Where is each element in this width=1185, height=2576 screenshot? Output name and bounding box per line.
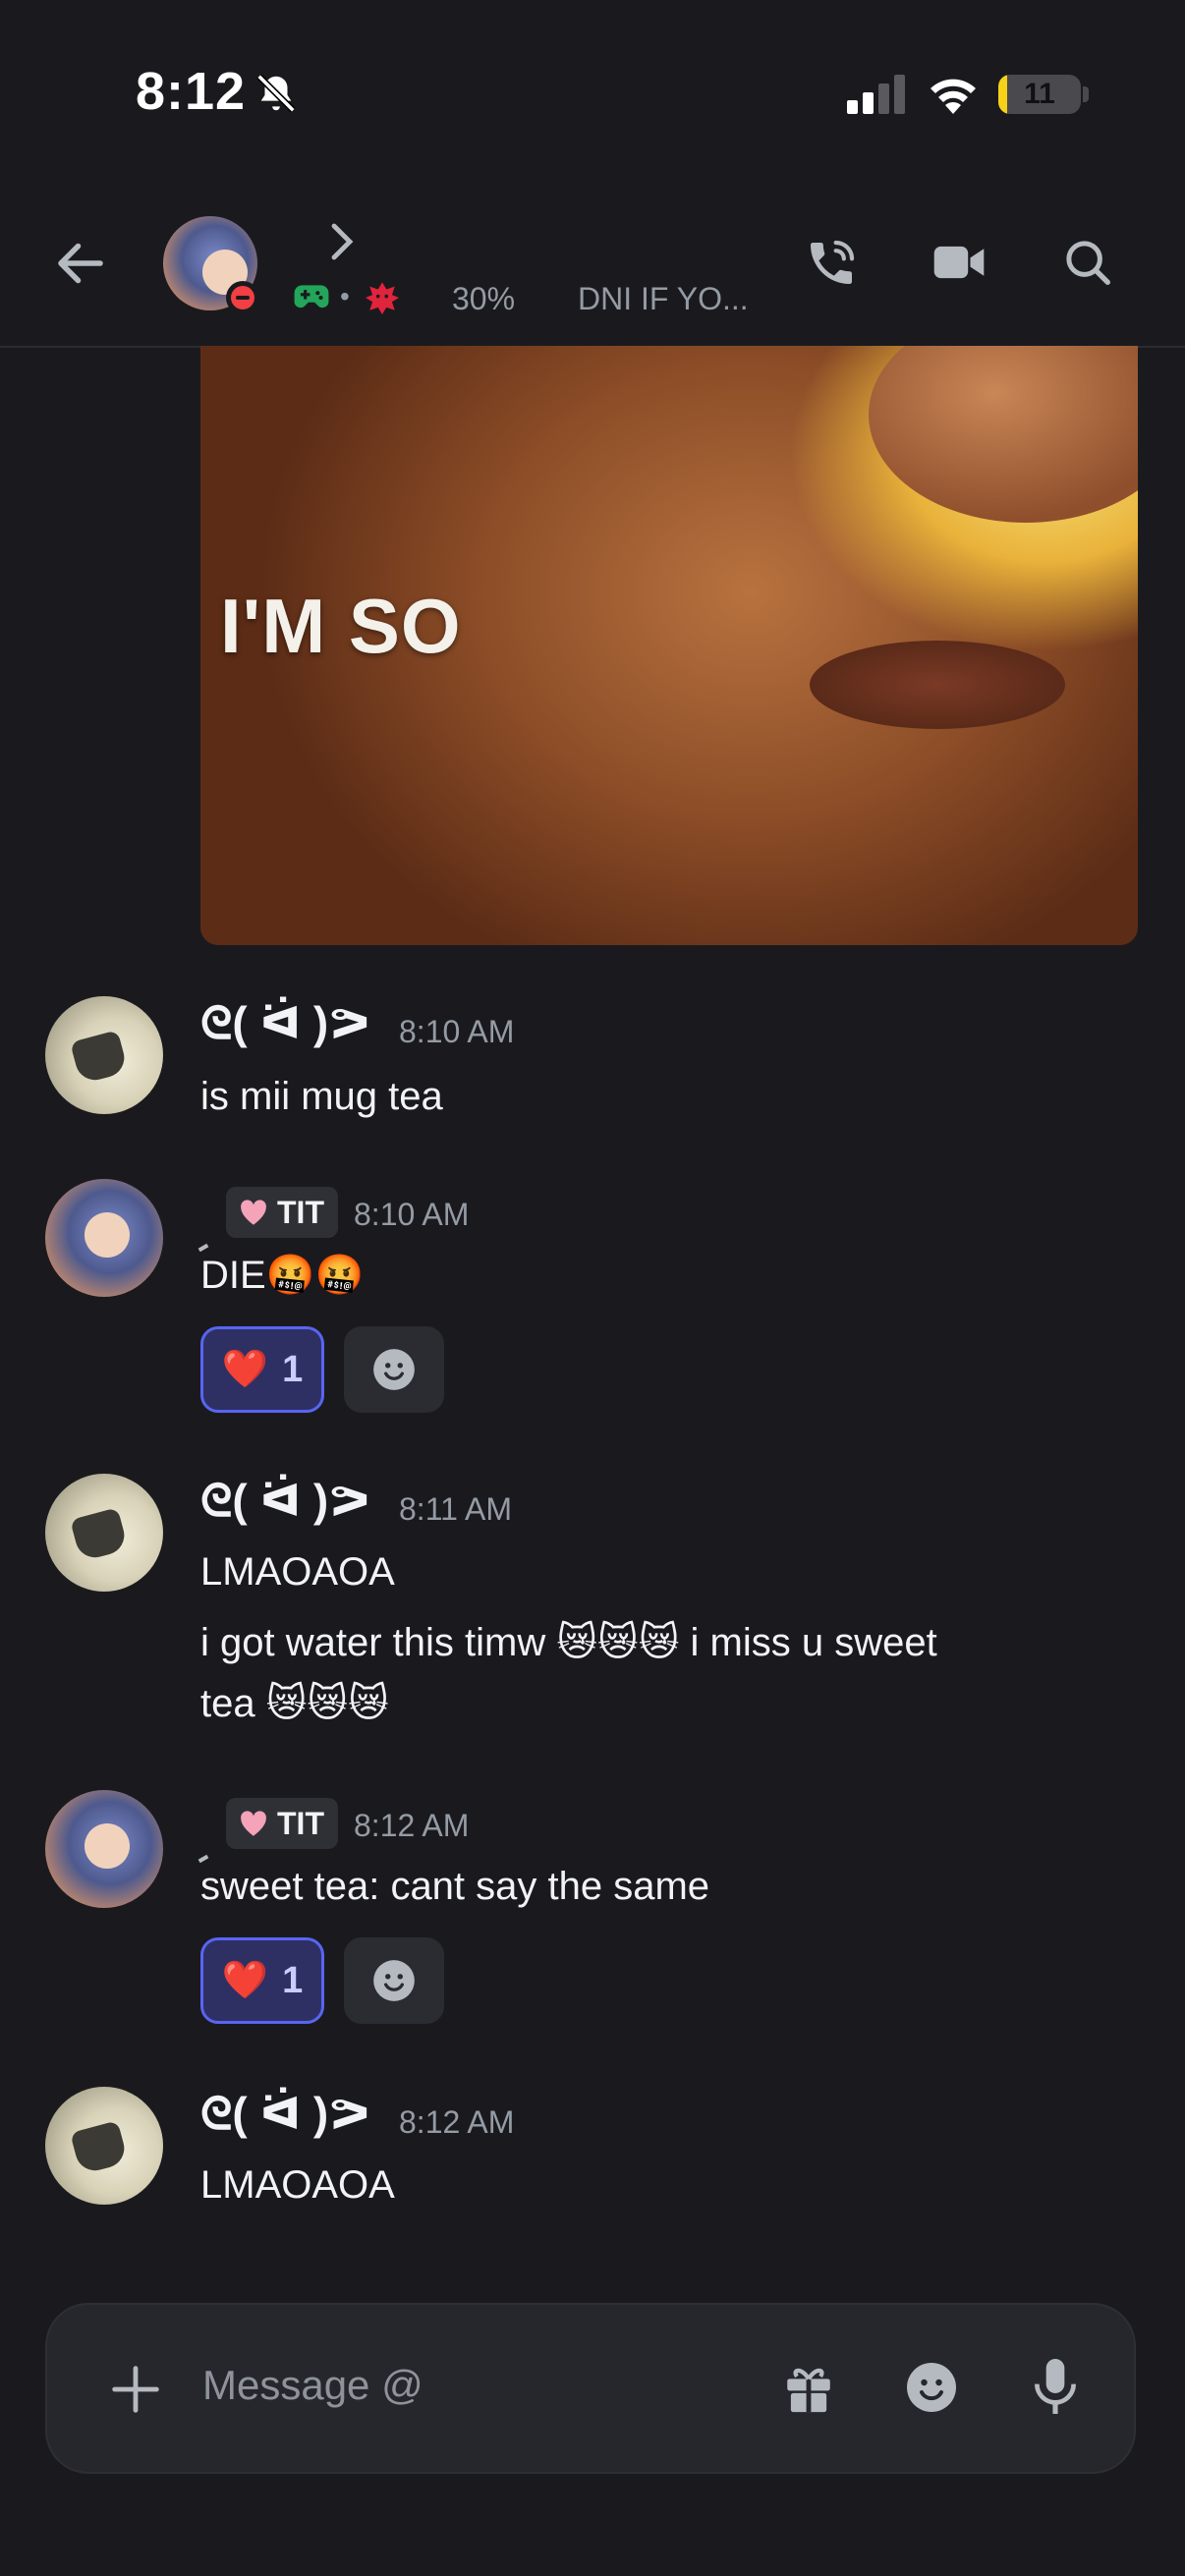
server-tag[interactable]: TIT — [226, 1187, 338, 1238]
message-timestamp: 8:10 AM — [354, 1197, 470, 1232]
battery-percent: 11 — [1024, 78, 1055, 110]
video-camera-icon[interactable] — [931, 240, 987, 285]
reaction-emoji: ❤️ — [221, 1349, 269, 1390]
heart-reaction[interactable]: ❤️ 1 — [200, 1937, 324, 2024]
author-name[interactable]: ᘓ( ᐛ )ᕗ — [200, 1474, 370, 1529]
message-timestamp: 8:11 AM — [399, 1491, 513, 1527]
gif-face-shape — [810, 641, 1065, 729]
message-composer[interactable]: Message @ — [45, 2303, 1136, 2474]
reaction-count: 1 — [282, 1959, 304, 2001]
chevron-right-icon[interactable] — [328, 222, 356, 261]
avatar[interactable] — [45, 1179, 163, 1297]
add-reaction-button[interactable] — [344, 1326, 444, 1413]
status-percent: 30% — [452, 281, 516, 316]
angry-face-icon — [366, 282, 399, 314]
avatar[interactable] — [45, 1790, 163, 1908]
message-text: LMAOAOA — [200, 2163, 395, 2207]
server-tag-label: TIT — [277, 1805, 324, 1841]
back-arrow-icon[interactable] — [51, 234, 110, 293]
message-timestamp: 8:10 AM — [399, 1014, 515, 1049]
clock: 8:12 — [136, 62, 247, 121]
search-icon[interactable] — [1061, 236, 1114, 289]
separator-dot: • — [340, 281, 350, 311]
status-bar: 8:12 11 — [0, 0, 1185, 187]
avatar[interactable] — [45, 2087, 163, 2205]
add-reaction-button[interactable] — [344, 1937, 444, 2024]
battery-indicator: 11 — [998, 75, 1081, 114]
heart-tag-icon — [241, 1811, 266, 1836]
avatar[interactable] — [45, 996, 163, 1114]
server-tag-label: TIT — [277, 1194, 324, 1230]
author-name[interactable]: ᘓ( ᐛ )ᕗ — [200, 2087, 370, 2142]
plus-icon[interactable] — [104, 2358, 167, 2421]
bell-muted-icon — [256, 74, 296, 113]
gift-icon[interactable] — [780, 2360, 837, 2417]
microphone-icon[interactable] — [1028, 2356, 1083, 2417]
message-text: i got water this timw 😿😿😿 i miss u sweet — [200, 1621, 937, 1664]
emoji-icon — [373, 1349, 415, 1390]
custom-status: DNI IF YO... — [578, 281, 749, 316]
gif-caption: I'M SO — [220, 583, 462, 669]
avatar[interactable] — [45, 1474, 163, 1592]
emoji-icon — [373, 1960, 415, 2001]
channel-header: • 30% DNI IF YO... — [0, 187, 1185, 348]
heart-tag-icon — [241, 1200, 266, 1225]
reaction-emoji: ❤️ — [221, 1960, 269, 2001]
message-timestamp: 8:12 AM — [354, 1808, 470, 1843]
message-timestamp: 8:12 AM — [399, 2104, 515, 2140]
reaction-count: 1 — [282, 1348, 304, 1390]
message-text: tea 😿😿😿 — [200, 1682, 389, 1725]
gif-face-shape — [869, 346, 1138, 523]
gamepad-icon — [294, 285, 329, 308]
message-text: is mii mug tea — [200, 1075, 443, 1118]
message-text: DIE🤬🤬 — [200, 1254, 365, 1297]
heart-reaction[interactable]: ❤️ 1 — [200, 1326, 324, 1413]
gif-embed[interactable]: I'M SO — [200, 346, 1138, 945]
server-tag[interactable]: TIT — [226, 1798, 338, 1849]
message-text: sweet tea: cant say the same — [200, 1865, 710, 1908]
message-text: LMAOAOA — [200, 1550, 395, 1594]
dnd-status-icon — [226, 281, 259, 314]
wifi-icon — [931, 79, 976, 114]
emoji-icon[interactable] — [902, 2358, 961, 2417]
cellular-signal-icon — [847, 75, 905, 114]
author-name[interactable]: ᘓ( ᐛ )ᕗ — [200, 996, 370, 1051]
phone-call-icon[interactable] — [804, 236, 859, 291]
message-input[interactable]: Message @ — [202, 2362, 423, 2409]
battery-nub — [1083, 86, 1089, 102]
